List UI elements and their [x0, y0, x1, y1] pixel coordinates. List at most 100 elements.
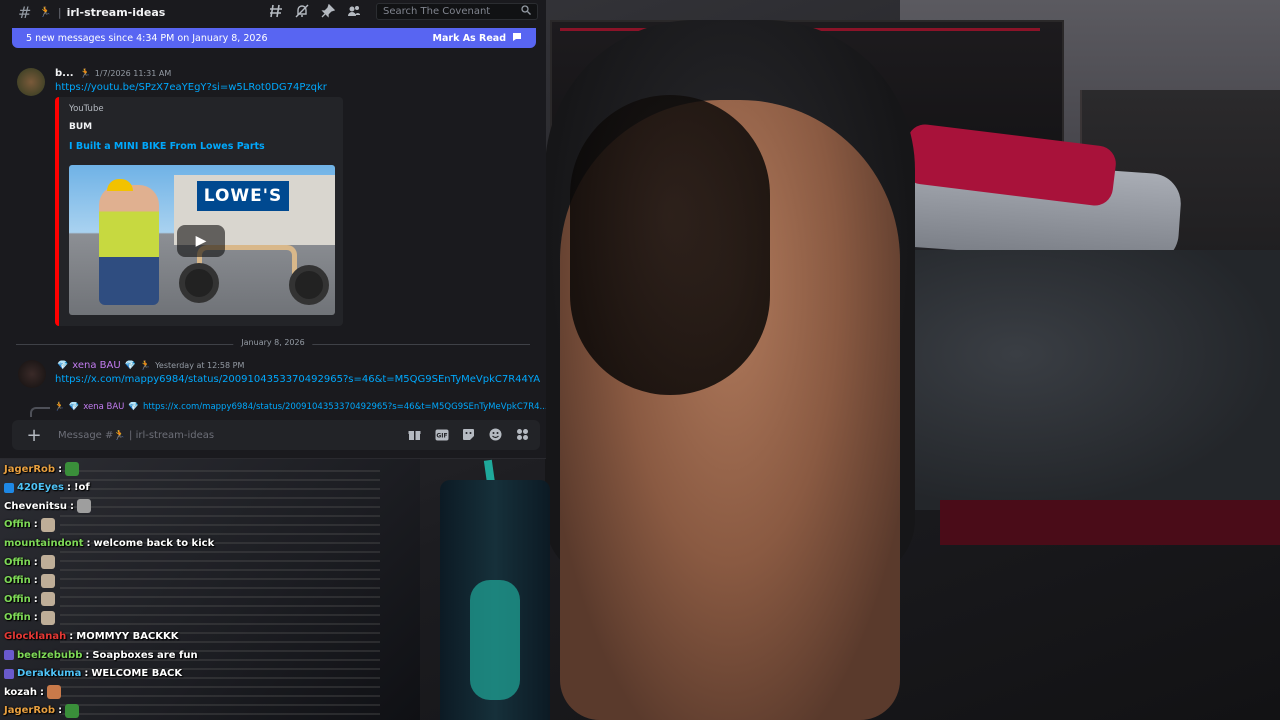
chat-username[interactable]: Derakkuma — [17, 668, 81, 679]
chat-message: kozah: — [4, 683, 61, 701]
chat-message: Chevenitsu: — [4, 497, 91, 515]
chat-username[interactable]: mountaindont — [4, 538, 84, 549]
message-composer: + GIF — [12, 420, 540, 450]
play-icon[interactable]: ▶ — [177, 225, 225, 257]
composer-toolbar: GIF — [407, 427, 530, 442]
chat-separator: : — [33, 575, 38, 587]
message-header: 💎 xena BAU 💎 🏃 Yesterday at 12:58 PM — [57, 360, 244, 371]
chat-message: Derakkuma: WELCOME BACK — [4, 665, 182, 683]
members-icon[interactable] — [346, 3, 362, 19]
search-bar[interactable] — [376, 3, 538, 20]
message-link[interactable]: https://x.com/mappy6984/status/200910435… — [55, 374, 540, 385]
store-sign: LOWE'S — [197, 181, 289, 211]
chat-emote-icon — [40, 592, 55, 607]
message-input[interactable] — [56, 428, 380, 442]
chat-emote-icon — [76, 499, 91, 514]
chat-message: Glocklanah: MOMMYY BACKKK — [4, 627, 179, 645]
search-icon — [521, 5, 531, 18]
chat-emote-icon — [40, 517, 55, 532]
chat-separator: : — [58, 705, 63, 717]
diamond-badge-icon: 💎 — [124, 360, 136, 371]
chat-username[interactable]: Glocklanah — [4, 631, 66, 642]
chat-message: 420Eyes: !of — [4, 479, 90, 497]
date-divider: January 8, 2026 — [16, 338, 530, 347]
diamond-badge-icon: 💎 — [57, 360, 69, 371]
emoji-icon[interactable] — [488, 427, 503, 442]
add-attachment-button[interactable]: + — [24, 425, 44, 446]
gif-icon[interactable]: GIF — [434, 427, 449, 442]
chat-username[interactable]: kozah — [4, 687, 37, 698]
chat-message: beelzebubb: Soapboxes are fun — [4, 646, 198, 664]
chat-separator: : — [39, 686, 44, 698]
channel-separator: | — [57, 5, 62, 19]
chat-badge-icon — [4, 482, 14, 493]
reply-text: https://x.com/mappy6984/status/200910435… — [142, 402, 546, 412]
reply-username: xena BAU — [83, 402, 125, 412]
mark-read-icon — [512, 32, 522, 45]
chat-username[interactable]: Chevenitsu — [4, 501, 67, 512]
chat-username[interactable]: Offin — [4, 575, 31, 586]
chat-username[interactable]: JagerRob — [4, 464, 55, 475]
chat-emote-icon — [40, 573, 55, 588]
chat-separator: : — [69, 500, 74, 512]
date-divider-label: January 8, 2026 — [233, 338, 313, 347]
chat-separator: : — [66, 482, 71, 494]
chat-message: Offin: — [4, 590, 55, 608]
chat-username[interactable]: JagerRob — [4, 705, 55, 716]
chat-username[interactable]: Offin — [4, 612, 31, 623]
chat-separator: : — [33, 556, 38, 568]
username[interactable]: b... — [55, 68, 74, 79]
chat-username[interactable]: Offin — [4, 519, 31, 530]
reply-connector — [30, 407, 50, 417]
bike-wheel — [289, 265, 329, 305]
avatar[interactable] — [17, 68, 45, 96]
chat-message: JagerRob: — [4, 702, 80, 720]
chat-message: Offin: — [4, 609, 55, 627]
username[interactable]: xena BAU — [72, 360, 120, 371]
hash-icon: # — [18, 2, 32, 22]
video-thumbnail[interactable]: LOWE'S ▶ — [69, 165, 335, 315]
chat-separator: : — [86, 537, 91, 549]
discord-window: # 🏃 | irl-stream-ideas 5 new messages si… — [0, 0, 546, 459]
new-messages-banner[interactable]: 5 new messages since 4:34 PM on January … — [12, 28, 536, 48]
reply-preview[interactable]: 🏃 💎 xena BAU 💎 https://x.com/mappy6984/s… — [30, 402, 546, 417]
chat-username[interactable]: Offin — [4, 594, 31, 605]
message-link[interactable]: https://youtu.be/SPzX7eaYEgY?si=w5LRot0D… — [55, 82, 327, 93]
chat-text: Soapboxes are fun — [92, 649, 198, 661]
embed-provider: YouTube — [69, 104, 104, 114]
apps-icon[interactable] — [515, 427, 530, 442]
channel-name: irl-stream-ideas — [66, 5, 166, 19]
chat-username[interactable]: beelzebubb — [17, 650, 82, 661]
youtube-embed: YouTube BUM I Built a MINI BIKE From Low… — [55, 97, 343, 326]
role-icon: 🏃 — [139, 360, 152, 371]
chat-text: !of — [73, 482, 90, 494]
chat-separator: : — [33, 612, 38, 624]
chat-message: Offin: — [4, 516, 55, 534]
chat-username[interactable]: 420Eyes — [17, 482, 64, 493]
chat-emote-icon — [65, 462, 80, 476]
chat-badge-icon — [4, 650, 14, 660]
role-icon: 🏃 — [79, 68, 91, 79]
avatar[interactable] — [18, 360, 46, 388]
chat-separator: : — [33, 593, 38, 605]
mark-as-read-label: Mark As Read — [432, 32, 506, 44]
chat-separator: : — [58, 463, 63, 475]
chat-separator: : — [84, 668, 89, 680]
embed-title[interactable]: I Built a MINI BIKE From Lowes Parts — [69, 141, 265, 152]
bed-frame — [940, 500, 1280, 545]
cup-pattern — [470, 580, 520, 700]
chat-message: JagerRob: — [4, 460, 80, 478]
search-input[interactable] — [383, 6, 518, 17]
embed-author[interactable]: BUM — [69, 122, 92, 132]
chat-separator: : — [33, 519, 38, 531]
threads-icon[interactable] — [268, 3, 284, 19]
chat-message: Offin: — [4, 572, 55, 590]
gift-icon[interactable] — [407, 427, 422, 442]
sticker-icon[interactable] — [461, 427, 476, 442]
pin-icon[interactable] — [320, 3, 336, 19]
streamer-hair — [570, 95, 770, 395]
chat-separator: : — [69, 630, 74, 642]
mute-bell-icon[interactable] — [294, 3, 310, 19]
mark-as-read-button[interactable]: Mark As Read — [433, 32, 522, 45]
chat-username[interactable]: Offin — [4, 557, 31, 568]
